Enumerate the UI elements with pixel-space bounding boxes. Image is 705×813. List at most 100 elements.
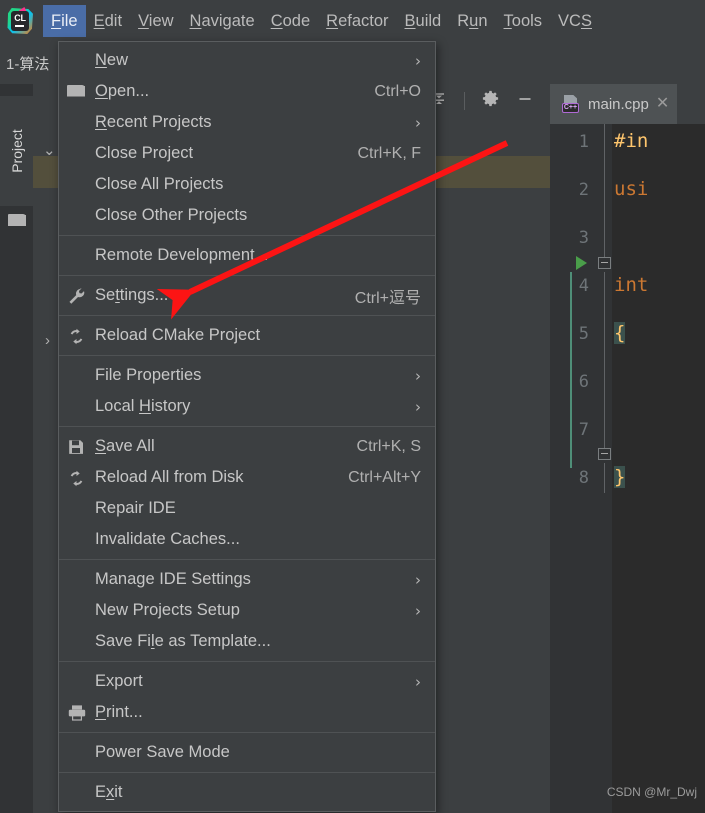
menu-item-shortcut: Ctrl+逗号: [354, 289, 421, 307]
print-icon: [67, 704, 87, 722]
menu-item-open[interactable]: Open... Ctrl+O: [59, 76, 435, 107]
toolbar-divider: [464, 92, 465, 110]
menu-bar: CL File Edit View Navigate Code Refactor Build…: [0, 0, 705, 42]
menubar-item-file[interactable]: File: [43, 5, 86, 37]
menu-item-shortcut: Ctrl+Alt+Y: [348, 468, 421, 486]
gear-icon[interactable]: [481, 89, 500, 113]
folder-icon: [8, 212, 26, 226]
menu-item-label: Save All: [95, 437, 155, 455]
menu-item-repair-ide[interactable]: Repair IDE: [59, 493, 435, 524]
menubar-item-code[interactable]: Code: [263, 5, 318, 37]
fold-region-line: [570, 272, 572, 468]
menubar-item-view[interactable]: View: [130, 5, 181, 37]
editor-code[interactable]: #in usi int {}: [612, 124, 705, 813]
close-icon[interactable]: ✕: [656, 96, 669, 112]
chevron-right-icon: ›: [415, 397, 421, 416]
menu-item-export[interactable]: Export ›: [59, 666, 435, 697]
file-menu-dropdown[interactable]: New › Open... Ctrl+O Recent Projects › Close P…: [58, 41, 436, 812]
menu-item-new-projects-setup[interactable]: New Projects Setup ›: [59, 595, 435, 626]
menu-item-exit[interactable]: Exit: [59, 777, 435, 808]
menu-item-label: Open...: [95, 82, 150, 100]
menubar-item-edit[interactable]: Edit: [86, 5, 130, 37]
menu-item-close-other-projects[interactable]: Close Other Projects: [59, 200, 435, 231]
menubar-item-vcs[interactable]: VCS: [550, 5, 600, 37]
run-gutter-icon[interactable]: [576, 256, 587, 270]
code-line: usi: [614, 178, 649, 200]
menu-item-label: Remote Development...: [95, 246, 269, 264]
project-title: 1-算法: [6, 55, 50, 73]
editor-tab-strip: C++ main.cpp ✕: [550, 84, 705, 124]
menu-separator: [59, 559, 435, 560]
menu-item-close-project[interactable]: Close Project Ctrl+K, F: [59, 138, 435, 169]
menu-item-reload-cmake-project[interactable]: Reload CMake Project: [59, 320, 435, 351]
menu-item-shortcut: Ctrl+K, F: [357, 144, 421, 162]
menu-item-settings[interactable]: Settings... Ctrl+逗号: [59, 280, 435, 311]
menu-item-print[interactable]: Print...: [59, 697, 435, 728]
menubar-item-navigate[interactable]: Navigate: [182, 5, 263, 37]
menu-item-label: Power Save Mode: [95, 743, 230, 761]
cpp-file-icon: C++: [562, 95, 581, 113]
menu-item-label: Repair IDE: [95, 499, 176, 517]
line-number: 4: [578, 276, 589, 296]
chevron-right-icon[interactable]: ›: [45, 332, 50, 349]
chevron-right-icon: ›: [415, 672, 421, 691]
tool-window-stripe: Project: [0, 84, 33, 813]
code-line: #in: [614, 130, 649, 152]
menu-item-local-history[interactable]: Local History ›: [59, 391, 435, 422]
line-number: 5: [578, 324, 589, 344]
menu-item-label: Recent Projects: [95, 113, 212, 131]
menubar-item-refactor[interactable]: Refactor: [318, 5, 396, 37]
menu-item-label: Reload All from Disk: [95, 468, 244, 486]
menu-item-close-all-projects[interactable]: Close All Projects: [59, 169, 435, 200]
editor-gutter: 1 2 3 4 5 6 7 8: [550, 124, 597, 813]
menu-item-new[interactable]: New ›: [59, 45, 435, 76]
chevron-right-icon: ›: [415, 51, 421, 70]
chevron-right-icon: ›: [415, 113, 421, 132]
menu-item-label: New Projects Setup: [95, 601, 240, 619]
menu-item-manage-ide-settings[interactable]: Manage IDE Settings ›: [59, 564, 435, 595]
menu-item-label: Print...: [95, 703, 143, 721]
menu-item-label: Close All Projects: [95, 175, 224, 193]
folder-icon: [67, 83, 87, 101]
menu-separator: [59, 275, 435, 276]
menu-separator: [59, 355, 435, 356]
sidebar-item-project[interactable]: Project: [0, 96, 33, 206]
refresh-icon: [67, 469, 87, 487]
menu-item-power-save-mode[interactable]: Power Save Mode: [59, 737, 435, 768]
line-number: 8: [578, 468, 589, 488]
code-line: }: [614, 466, 626, 488]
fold-collapse-icon[interactable]: [598, 257, 611, 269]
menu-item-label: Exit: [95, 783, 123, 801]
watermark-text: CSDN @Mr_Dwj: [606, 785, 697, 799]
save-icon: [67, 438, 87, 456]
menu-item-remote-development[interactable]: Remote Development...: [59, 240, 435, 271]
menu-item-label: Save File as Template...: [95, 632, 271, 650]
menu-item-label: Close Other Projects: [95, 206, 248, 224]
menu-separator: [59, 235, 435, 236]
project-tool-window-label: Project: [8, 129, 25, 173]
editor-fold-bar: [570, 124, 612, 813]
menu-item-recent-projects[interactable]: Recent Projects ›: [59, 107, 435, 138]
menu-item-file-properties[interactable]: File Properties ›: [59, 360, 435, 391]
menubar-item-tools[interactable]: Tools: [496, 5, 551, 37]
chevron-down-icon[interactable]: ⌄: [43, 141, 56, 159]
menu-separator: [59, 732, 435, 733]
menubar-item-run[interactable]: Run: [449, 5, 495, 37]
clion-window: CL File Edit View Navigate Code Refactor Build…: [0, 0, 705, 813]
line-number: 6: [578, 372, 589, 392]
menubar-item-build[interactable]: Build: [397, 5, 450, 37]
menu-separator: [59, 315, 435, 316]
refresh-icon: [67, 327, 87, 345]
menu-item-invalidate-caches[interactable]: Invalidate Caches...: [59, 524, 435, 555]
menu-item-save-all[interactable]: Save All Ctrl+K, S: [59, 431, 435, 462]
menu-item-label: File Properties: [95, 366, 202, 384]
menu-item-save-file-as-template[interactable]: Save File as Template...: [59, 626, 435, 657]
code-line: {: [614, 322, 626, 344]
menu-item-reload-all-from-disk[interactable]: Reload All from Disk Ctrl+Alt+Y: [59, 462, 435, 493]
minimize-icon[interactable]: [516, 90, 534, 113]
cpp-file-badge-label: C++: [562, 103, 579, 113]
menu-item-shortcut: Ctrl+K, S: [356, 437, 421, 455]
menu-separator: [59, 772, 435, 773]
fold-collapse-end-icon[interactable]: [598, 448, 611, 460]
editor-tab-main-cpp[interactable]: C++ main.cpp ✕: [550, 84, 678, 124]
